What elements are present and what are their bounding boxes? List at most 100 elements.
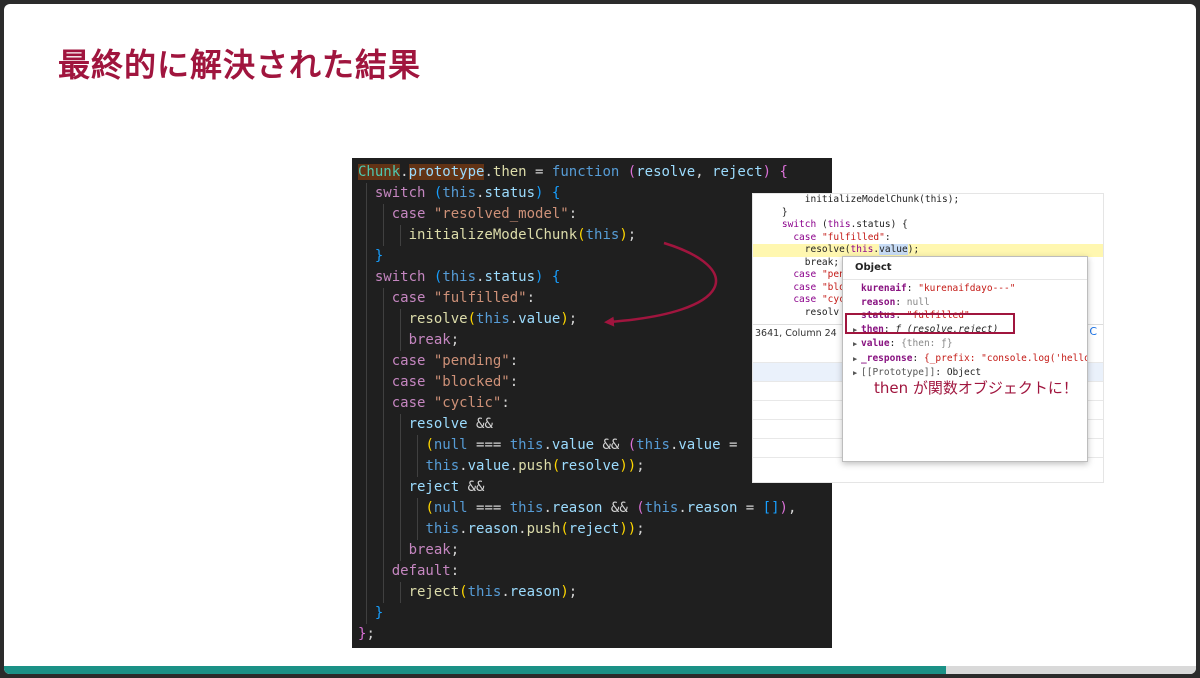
source-token: break;	[759, 256, 840, 268]
source-token	[759, 232, 793, 243]
expand-triangle-icon[interactable]: ▶	[853, 367, 861, 381]
code-token: .	[509, 311, 519, 327]
code-token: .	[459, 458, 468, 474]
code-token: push	[518, 458, 552, 474]
property-key: reason	[861, 296, 896, 308]
indent-guide	[366, 498, 367, 519]
indent-guide	[399, 582, 401, 603]
code-token: :	[568, 206, 578, 222]
source-token: .status) {	[850, 219, 908, 230]
code-token: (	[459, 584, 468, 600]
code-token: ;	[568, 584, 578, 600]
code-token: )	[627, 458, 637, 474]
indent-guide	[399, 309, 401, 330]
indent-guide	[382, 204, 384, 225]
code-token: ;	[568, 311, 578, 327]
property-value: {then: ƒ}	[901, 338, 953, 349]
code-token: reason	[551, 500, 603, 516]
code-token: initializeModelChunk	[408, 227, 578, 243]
code-token: this	[425, 521, 460, 537]
code-token: null	[433, 437, 468, 453]
indent-guide	[366, 267, 367, 288]
source-token: value	[879, 244, 908, 255]
indent-guide	[416, 519, 418, 540]
code-token: &&	[594, 437, 628, 453]
indent-guide	[382, 456, 384, 477]
source-line: initializeModelChunk(this);	[753, 194, 1103, 207]
indent-guide	[382, 225, 384, 246]
code-token: ;	[636, 521, 645, 537]
code-line: default:	[352, 561, 832, 582]
code-token: switch	[374, 269, 426, 285]
code-token: )	[627, 521, 637, 537]
indent-guide	[399, 225, 401, 246]
code-token: =	[720, 437, 738, 453]
code-token: }	[374, 248, 384, 264]
code-token: (	[467, 311, 477, 327]
code-token: resolve	[636, 164, 696, 180]
object-property[interactable]: ▶ value: {then: ƒ}	[853, 337, 1083, 352]
indent-guide	[416, 498, 418, 519]
code-token: .	[543, 500, 552, 516]
code-token: :	[450, 563, 460, 579]
source-token: );	[907, 244, 920, 255]
property-separator: :	[889, 338, 902, 349]
indent-guide	[366, 477, 367, 498]
indent-guide	[399, 498, 401, 519]
code-token: this	[636, 437, 670, 453]
source-token: (	[816, 219, 828, 230]
indent-guide	[399, 435, 401, 456]
code-token: prototype	[408, 164, 485, 180]
indent-guide	[366, 204, 367, 225]
then-highlight-box	[845, 313, 1015, 334]
progress-fill	[4, 666, 946, 674]
code-token: )	[762, 164, 772, 180]
code-token: value	[678, 437, 721, 453]
code-token: .	[400, 164, 409, 180]
object-property: kurenaif: "kurenaifdayo---"	[853, 282, 1083, 296]
code-line: reject(this.reason);	[352, 582, 832, 603]
indent-guide	[382, 309, 384, 330]
code-token: =	[737, 500, 763, 516]
code-token: this	[509, 500, 544, 516]
indent-guide	[399, 519, 401, 540]
expand-triangle-icon[interactable]: ▶	[853, 353, 861, 367]
code-token: ;	[450, 332, 460, 348]
code-token: "resolved_model"	[433, 206, 569, 222]
source-token	[759, 269, 793, 280]
indent-guide	[366, 582, 367, 603]
code-token: this	[509, 437, 544, 453]
code-token: then	[492, 164, 527, 180]
code-token: value	[467, 458, 510, 474]
code-token: .	[678, 500, 687, 516]
source-token: this	[827, 219, 851, 230]
code-token: resolve	[408, 311, 468, 327]
object-property[interactable]: ▶ _response: {_prefix: "console.log('hell…	[853, 352, 1087, 367]
code-token: switch	[374, 185, 426, 201]
code-line: }	[352, 603, 832, 624]
devtools-tab-letter[interactable]: C	[1089, 325, 1097, 338]
code-token: case	[391, 206, 426, 222]
code-token: .	[501, 584, 510, 600]
indent-guide	[382, 477, 384, 498]
code-line: this.reason.push(reject));	[352, 519, 832, 540]
indent-guide	[366, 603, 367, 624]
code-token: resolve	[408, 416, 468, 432]
code-token: this	[476, 311, 510, 327]
code-token: :	[509, 374, 519, 390]
code-token: =	[526, 164, 552, 180]
indent-guide	[382, 519, 384, 540]
code-token: value	[551, 437, 595, 453]
property-key: _response	[861, 352, 913, 364]
indent-guide	[366, 351, 367, 372]
code-token: case	[391, 374, 426, 390]
code-token: reject	[408, 584, 460, 600]
indent-guide	[366, 225, 367, 246]
code-token: case	[391, 353, 426, 369]
indent-guide	[382, 330, 384, 351]
indent-guide	[399, 540, 401, 561]
expand-triangle-icon[interactable]: ▶	[853, 338, 861, 352]
